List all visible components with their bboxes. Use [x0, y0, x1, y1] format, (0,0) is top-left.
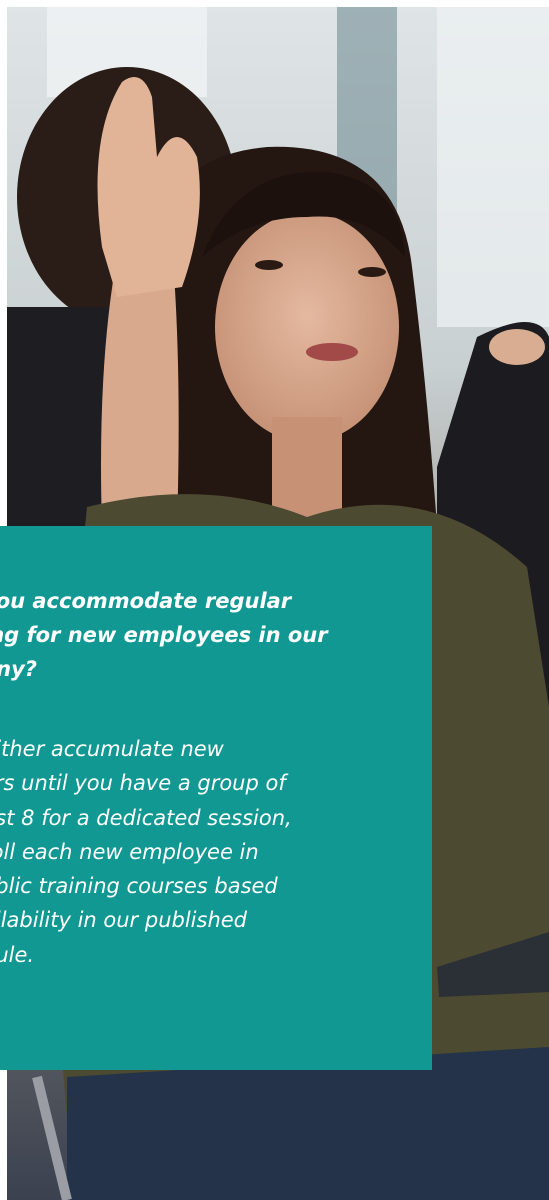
- faq-card: you accommodate regular ing for new empl…: [0, 526, 432, 1070]
- faq-answer: Either accumulate new ers until you have…: [0, 737, 292, 967]
- faq-question: you accommodate regular ing for new empl…: [0, 589, 328, 681]
